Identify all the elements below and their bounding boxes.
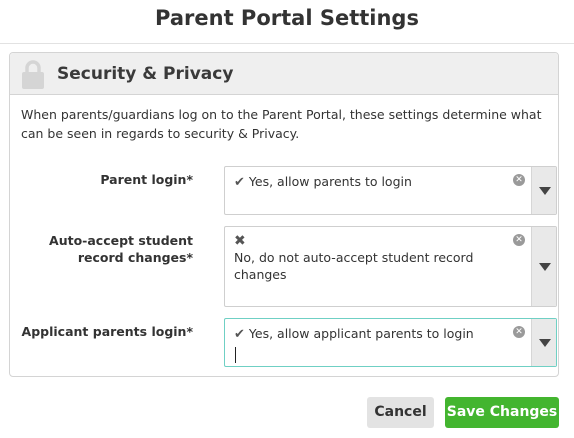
cancel-button[interactable]: Cancel <box>367 397 434 428</box>
lock-icon <box>22 60 44 89</box>
clear-icon[interactable]: ✕ <box>513 174 525 186</box>
check-icon: ✔ <box>234 175 245 190</box>
cross-icon: ✖ <box>234 233 246 249</box>
parent-login-dropdown-button[interactable] <box>531 167 556 214</box>
auto-accept-label: Auto-accept student record changes* <box>49 233 193 265</box>
auto-accept-value[interactable]: ✖ No, do not auto-accept student record c… <box>225 227 533 306</box>
chevron-down-icon <box>539 339 551 347</box>
panel-description: When parents/guardians log on to the Par… <box>21 107 542 141</box>
security-privacy-panel: Security & Privacy When parents/guardian… <box>9 52 559 377</box>
auto-accept-select[interactable]: ✖ No, do not auto-accept student record c… <box>224 226 557 307</box>
chevron-down-icon <box>539 263 551 271</box>
auto-accept-dropdown-button[interactable] <box>531 227 556 306</box>
applicant-login-select[interactable]: ✔ Yes, allow applicant parents to login ✕ <box>224 318 557 367</box>
panel-title: Security & Privacy <box>57 64 234 84</box>
chevron-down-icon <box>539 187 551 195</box>
parent-login-label: Parent login* <box>100 172 193 187</box>
panel-header: Security & Privacy <box>10 53 558 95</box>
clear-icon[interactable]: ✕ <box>513 326 525 338</box>
applicant-login-label: Applicant parents login* <box>21 324 193 339</box>
applicant-login-value[interactable]: ✔ Yes, allow applicant parents to login <box>225 319 533 366</box>
auto-accept-value-text: No, do not auto-accept student record ch… <box>234 250 474 282</box>
dialog-title: Parent Portal Settings <box>155 6 419 30</box>
check-icon: ✔ <box>234 327 245 342</box>
parent-login-value-text: Yes, allow parents to login <box>248 174 412 189</box>
save-changes-button[interactable]: Save Changes <box>445 397 559 428</box>
title-divider <box>0 43 574 44</box>
applicant-login-value-text: Yes, allow applicant parents to login <box>248 326 474 341</box>
parent-login-select[interactable]: ✔ Yes, allow parents to login ✕ <box>224 166 557 215</box>
applicant-login-dropdown-button[interactable] <box>531 319 556 366</box>
text-cursor <box>235 347 236 363</box>
parent-login-value[interactable]: ✔ Yes, allow parents to login <box>225 167 533 214</box>
clear-icon[interactable]: ✕ <box>513 234 525 246</box>
